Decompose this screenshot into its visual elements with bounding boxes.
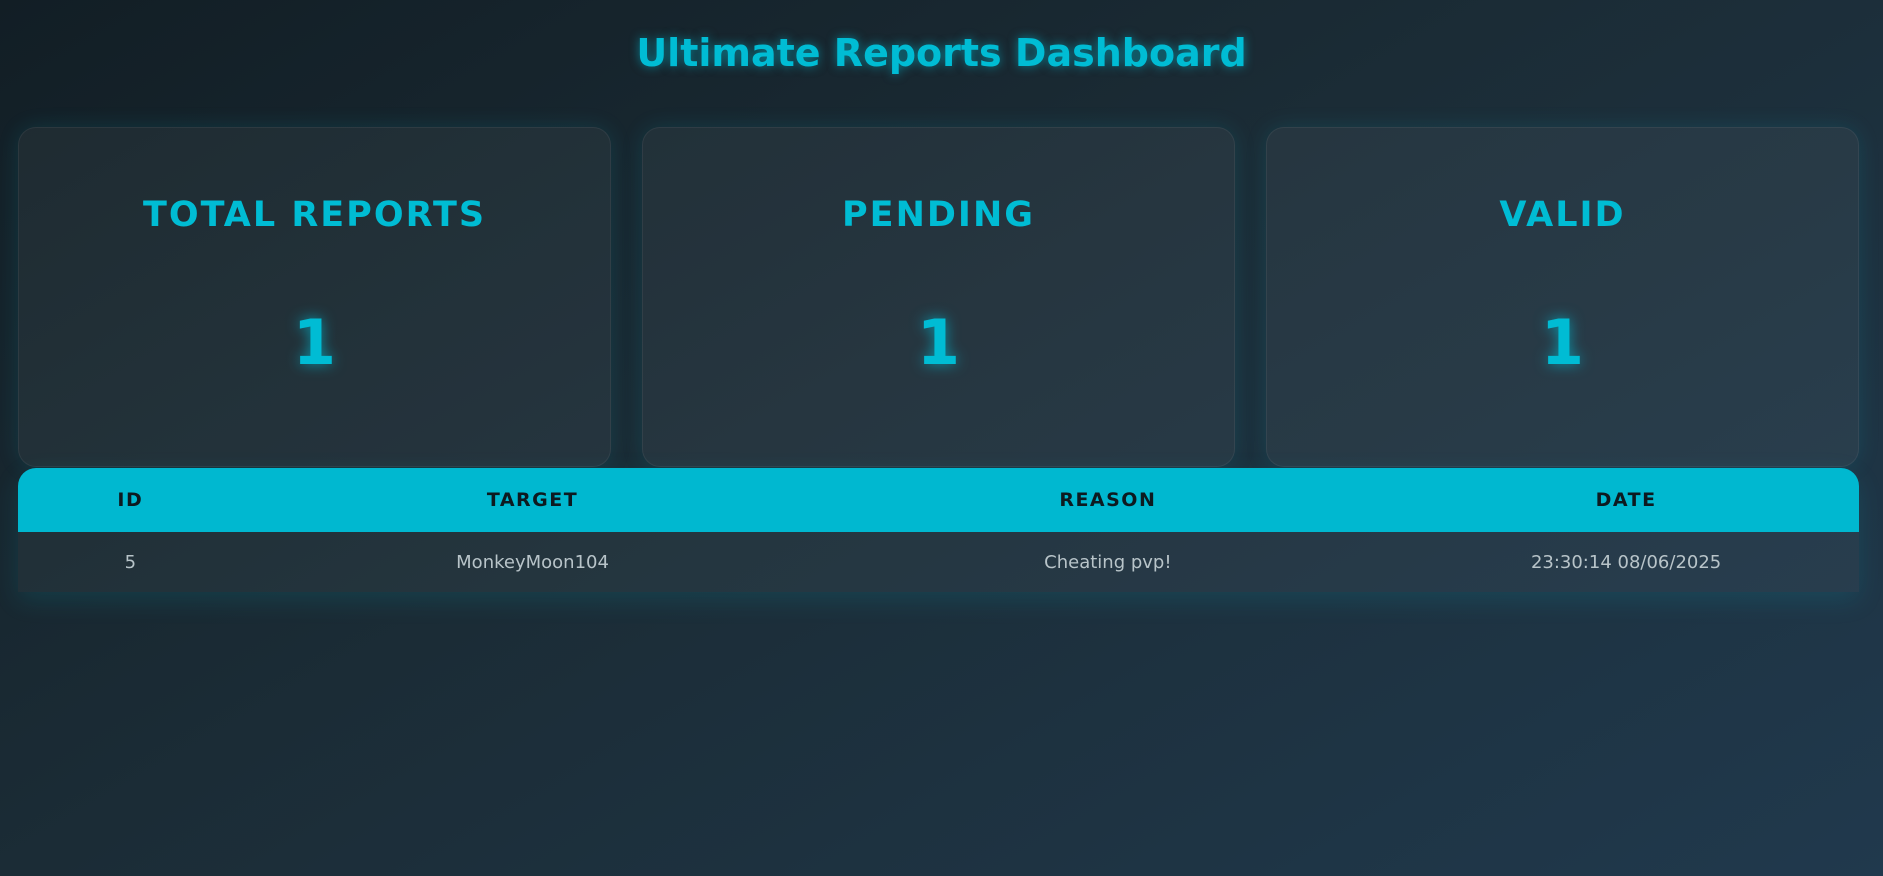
column-header-reason[interactable]: REASON	[823, 468, 1394, 532]
stat-card-valid: VALID 1	[1266, 127, 1859, 467]
table-header-row: ID TARGET REASON DATE	[18, 468, 1859, 532]
stats-cards: TOTAL REPORTS 1 PENDING 1 VALID 1	[18, 127, 1859, 467]
stat-card-value: 1	[292, 306, 337, 379]
cell-target: MonkeyMoon104	[456, 551, 609, 573]
stat-card-value: 1	[1540, 306, 1585, 379]
page-title: Ultimate Reports Dashboard	[636, 31, 1247, 75]
cell-date: 23:30:14 08/06/2025	[1530, 551, 1722, 573]
stat-card-title: TOTAL REPORTS	[142, 195, 487, 235]
table-row[interactable]: 5 MonkeyMoon104 Cheating pvp! 23:30:14 0…	[18, 532, 1859, 592]
column-header-target[interactable]: TARGET	[243, 468, 823, 532]
cell-id: 5	[124, 551, 137, 573]
stat-card-total-reports: TOTAL REPORTS 1	[18, 127, 611, 467]
reports-table: ID TARGET REASON DATE 5 MonkeyMoon104 Ch…	[18, 468, 1859, 592]
column-header-date[interactable]: DATE	[1393, 468, 1859, 532]
reports-table-container: ID TARGET REASON DATE 5 MonkeyMoon104 Ch…	[18, 468, 1859, 592]
stat-card-value: 1	[916, 306, 961, 379]
stat-card-pending: PENDING 1	[642, 127, 1235, 467]
column-header-id[interactable]: ID	[18, 468, 243, 532]
stat-card-title: VALID	[1499, 195, 1626, 235]
cell-reason: Cheating pvp!	[1044, 551, 1172, 573]
stat-card-title: PENDING	[842, 195, 1035, 235]
